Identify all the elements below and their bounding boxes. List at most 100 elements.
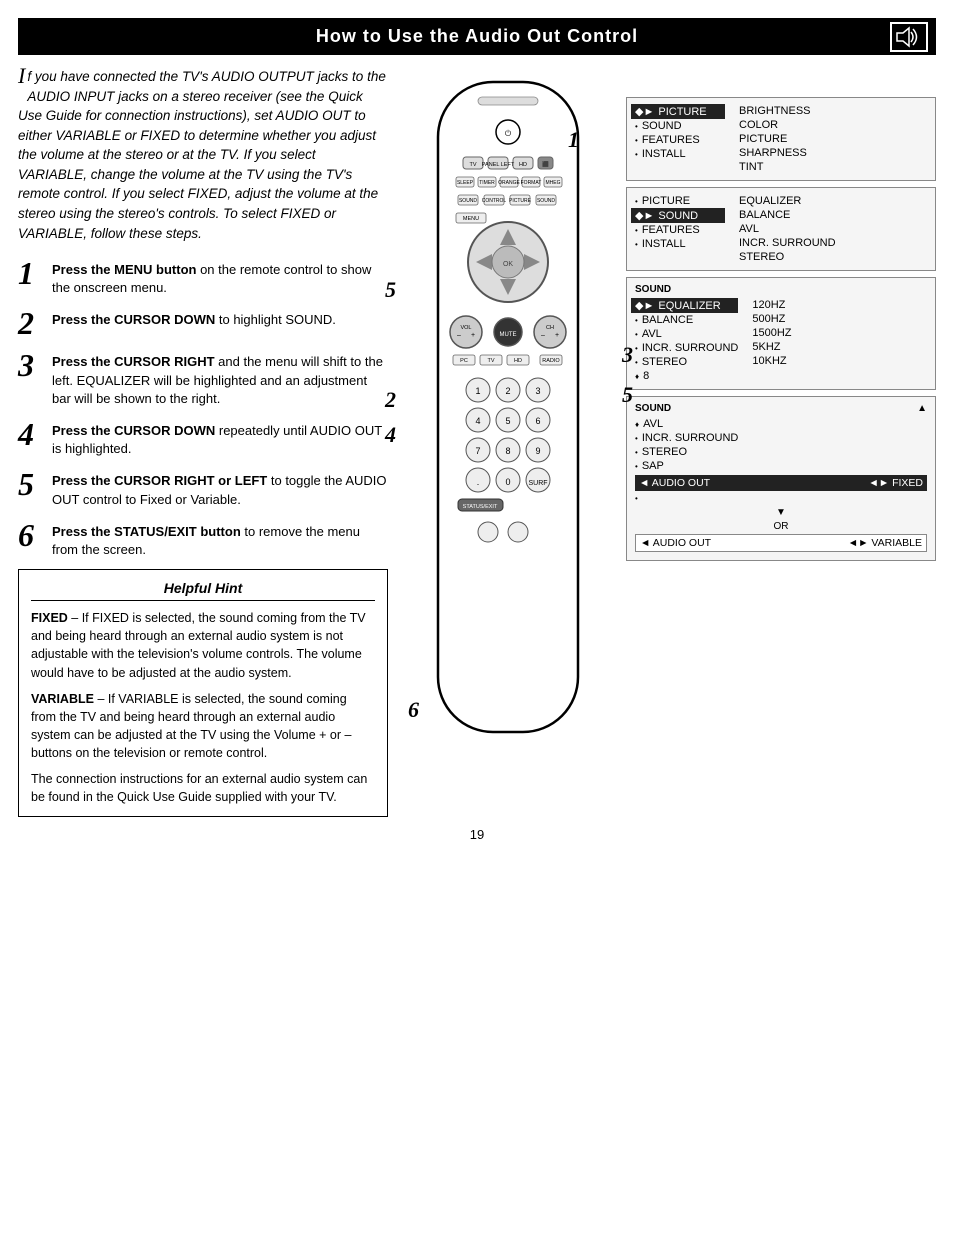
menu3-item-stereo: • STEREO [635, 355, 738, 369]
menu1-left: ◆► PICTURE • SOUND • FEATURES [635, 104, 725, 174]
menu1-bullet-features: • [635, 136, 638, 145]
menu4-bullet-dot: • [635, 494, 638, 503]
menu4-title: SOUND [635, 403, 671, 414]
intro-text: f you have connected the TV's AUDIO OUTP… [18, 69, 386, 241]
svg-text:SLEEP: SLEEP [457, 180, 474, 186]
hint-fixed: FIXED – If FIXED is selected, the sound … [31, 609, 375, 682]
page-header: How to Use the Audio Out Control [18, 18, 936, 55]
menu1-item-features: • FEATURES [635, 133, 725, 147]
menu2-item-install: • INSTALL [635, 237, 725, 251]
menu3-label-balance: BALANCE [642, 314, 693, 326]
menu4-item-stereo: • STEREO [635, 445, 927, 459]
menu3-right-1500hz: 1500HZ [752, 326, 927, 340]
svg-text:⬛: ⬛ [542, 161, 549, 168]
menu1-label-picture: PICTURE [658, 106, 706, 118]
menu4-item-avl: ♦ AVL [635, 417, 927, 431]
svg-text:MUTE: MUTE [500, 332, 517, 338]
svg-text:6: 6 [535, 416, 540, 426]
menu3-bullet-8: ♦ [635, 372, 639, 381]
menu4-bullet-surround: • [635, 434, 638, 443]
step-1-number: 1 [18, 257, 44, 289]
hint-variable: VARIABLE – If VARIABLE is selected, the … [31, 690, 375, 763]
svg-text:CONTROL: CONTROL [482, 198, 507, 204]
svg-text:PANEL LEFT: PANEL LEFT [482, 162, 515, 168]
menu1-right-tint: TINT [739, 160, 927, 174]
menu3-item-equalizer: ◆► EQUALIZER [631, 298, 738, 313]
svg-text:4: 4 [475, 416, 480, 426]
menu3-label-eq: EQUALIZER [658, 300, 720, 312]
menu3-bullet-avl: • [635, 330, 638, 339]
step-6-text: Press the STATUS/EXIT button to remove t… [52, 519, 388, 559]
svg-text:PICTURE: PICTURE [509, 198, 532, 204]
menu4-audioout-var-label: ◄ AUDIO OUT [640, 537, 711, 549]
svg-text:SOUND: SOUND [537, 198, 555, 204]
menu3-right-10khz: 10KHZ [752, 354, 927, 368]
step-4: 4 Press the CURSOR DOWN repeatedly until… [18, 418, 388, 458]
menu2-bullet-install: • [635, 240, 638, 249]
step-4-bold: Press the CURSOR DOWN [52, 423, 215, 438]
menu4-bullet-sap: • [635, 462, 638, 471]
remote-step-label-3: 3 [622, 342, 633, 368]
remote-step-label-1: 1 [568, 127, 579, 153]
menu4-label-surround: INCR. SURROUND [642, 432, 739, 444]
menu1-item-picture: ◆► PICTURE [631, 104, 725, 119]
hint-title: Helpful Hint [31, 580, 375, 601]
menu2-left: • PICTURE ◆► SOUND • FEATURES [635, 194, 725, 264]
remote-area: 1 5 2 4 3 5 6 [398, 67, 618, 817]
menu2-right-surround: INCR. SURROUND [739, 236, 927, 250]
svg-text:+: + [555, 332, 559, 339]
svg-text:STATUS/EXIT: STATUS/EXIT [463, 504, 498, 510]
menu4-audioout-fixed: ◄ AUDIO OUT ◄► FIXED [635, 475, 927, 491]
step-3-number: 3 [18, 349, 44, 381]
page-title: How to Use the Audio Out Control [316, 26, 638, 46]
menu2-bullet-picture: • [635, 197, 638, 206]
menu3-label-8: 8 [643, 370, 649, 382]
svg-text:0: 0 [505, 477, 510, 487]
svg-text:ORANGE: ORANGE [498, 180, 520, 186]
menu1-label-features: FEATURES [642, 134, 700, 146]
menu4-variable-value: ◄► VARIABLE [848, 537, 922, 549]
svg-text:+: + [471, 332, 475, 339]
menu1-right: BRIGHTNESS COLOR PICTURE SHARPNESS TINT [739, 104, 927, 174]
svg-text:9: 9 [535, 446, 540, 456]
svg-text:PC: PC [460, 358, 468, 364]
menu1-arrow-picture: ◆► [635, 105, 654, 118]
svg-text:MHEG: MHEG [546, 180, 561, 186]
menu2-right-stereo: STEREO [739, 250, 927, 264]
step-2: 2 Press the CURSOR DOWN to highlight SOU… [18, 307, 388, 339]
svg-text:.: . [477, 477, 480, 487]
svg-text:TV: TV [487, 358, 494, 364]
menu2-label-picture: PICTURE [642, 195, 690, 207]
menu4-item-surround: • INCR. SURROUND [635, 431, 927, 445]
menu2-arrow-sound: ◆► [635, 209, 654, 222]
menu3-item-avl: • AVL [635, 327, 738, 341]
step-1: 1 Press the MENU button on the remote co… [18, 257, 388, 297]
step-5-text: Press the CURSOR RIGHT or LEFT to toggle… [52, 468, 388, 508]
menu1-inner: ◆► PICTURE • SOUND • FEATURES [635, 104, 927, 174]
menu2-label-sound: SOUND [658, 210, 698, 222]
menu2-bullet-features: • [635, 226, 638, 235]
svg-text:–: – [541, 332, 545, 339]
menu1-right-brightness: BRIGHTNESS [739, 104, 927, 118]
menu3-label-avl: AVL [642, 328, 662, 340]
menu1-item-sound: • SOUND [635, 119, 725, 133]
menu1-bullet-sound: • [635, 122, 638, 131]
menu2-right-balance: BALANCE [739, 208, 927, 222]
menu4-title-row: SOUND ▲ [635, 403, 927, 414]
svg-text:TIMER: TIMER [479, 180, 495, 186]
menu4-bullet-avl: ♦ [635, 420, 639, 429]
step-1-bold: Press the MENU button [52, 262, 196, 277]
step-2-number: 2 [18, 307, 44, 339]
menu1-bullet-install: • [635, 150, 638, 159]
remote-step-label-5a: 5 [385, 277, 396, 303]
menu-panel-1: ◆► PICTURE • SOUND • FEATURES [626, 97, 936, 181]
menu3-right-120hz: 120HZ [752, 298, 927, 312]
steps-container: 1 Press the MENU button on the remote co… [18, 257, 388, 559]
menu4-label-sap: SAP [642, 460, 664, 472]
svg-text:VOL: VOL [460, 325, 471, 331]
menu2-right-avl: AVL [739, 222, 927, 236]
menu3-right: 120HZ 500HZ 1500HZ 5KHZ 10KHZ [752, 298, 927, 383]
menu2-label-install: INSTALL [642, 238, 686, 250]
step-2-text: Press the CURSOR DOWN to highlight SOUND… [52, 307, 336, 329]
audio-icon [890, 22, 928, 52]
